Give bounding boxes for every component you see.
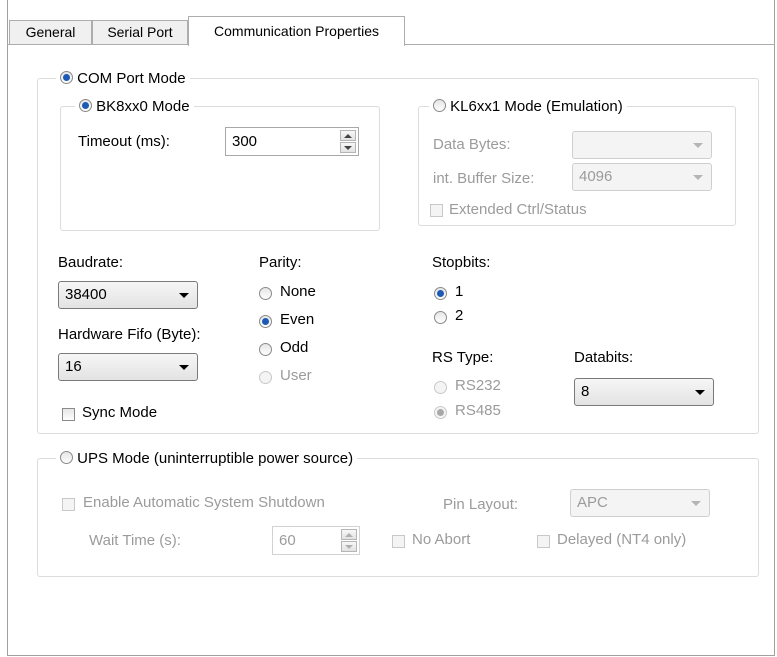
no-abort-label: No Abort: [412, 531, 471, 548]
rs-type-label: RS Type:: [432, 349, 494, 366]
stopbits-1-label: 1: [455, 283, 464, 300]
ups-mode-label: UPS Mode (uninterruptible power source): [77, 450, 354, 467]
kl-mode-radio[interactable]: [433, 99, 446, 112]
databits-select[interactable]: 8: [574, 378, 714, 406]
sync-mode-checkbox[interactable]: [62, 408, 75, 421]
buffer-size-label: int. Buffer Size:: [433, 170, 535, 187]
wait-time-value: 60: [279, 532, 296, 549]
com-port-mode-radio[interactable]: [60, 71, 73, 84]
bk-mode-label: BK8xx0 Mode: [96, 98, 190, 115]
buffer-size-value: 4096: [579, 168, 613, 185]
wait-time-spinner[interactable]: 60: [272, 526, 360, 555]
chevron-down-icon: [691, 501, 701, 506]
parity-odd-label: Odd: [280, 339, 309, 356]
chevron-down-icon: [179, 365, 189, 370]
databits-value: 8: [581, 383, 590, 400]
parity-label: Parity:: [259, 254, 302, 271]
pin-layout-value: APC: [577, 494, 608, 511]
chevron-down-icon: [179, 293, 189, 298]
kl-mode-legend: KL6xx1 Mode (Emulation): [429, 98, 627, 115]
spin-up-icon[interactable]: [341, 529, 357, 540]
timeout-value: 300: [232, 133, 258, 150]
rs485-label: RS485: [455, 402, 501, 419]
parity-user-label: User: [280, 367, 312, 384]
baudrate-value: 38400: [65, 286, 107, 303]
delayed-label: Delayed (NT4 only): [557, 531, 687, 548]
data-bytes-label: Data Bytes:: [433, 136, 511, 153]
bk-mode-radio[interactable]: [79, 99, 92, 112]
com-port-mode-legend: COM Port Mode: [56, 70, 190, 87]
bk-mode-group: [60, 106, 380, 231]
spin-up-icon[interactable]: [340, 130, 356, 141]
no-abort-checkbox[interactable]: [392, 535, 405, 548]
rs232-radio[interactable]: [434, 381, 447, 394]
databits-label: Databits:: [574, 349, 634, 366]
parity-even-label: Even: [280, 311, 315, 328]
ups-mode-group: [37, 458, 759, 577]
parity-user-radio[interactable]: [259, 371, 272, 384]
stopbits-1-radio[interactable]: [434, 287, 447, 300]
pin-layout-label: Pin Layout:: [443, 496, 519, 513]
shutdown-label: Enable Automatic System Shutdown: [83, 494, 325, 511]
bk-mode-legend: BK8xx0 Mode: [75, 98, 194, 115]
rs485-radio[interactable]: [434, 406, 447, 419]
pin-layout-select[interactable]: APC: [570, 489, 710, 517]
extended-ctrl-checkbox[interactable]: [430, 204, 443, 217]
baudrate-select[interactable]: 38400: [58, 281, 198, 309]
baudrate-label: Baudrate:: [58, 254, 124, 271]
tab-panel: COM Port Mode BK8xx0 Mode Timeout (ms): …: [8, 45, 774, 655]
chevron-down-icon: [693, 175, 703, 180]
sync-mode-label: Sync Mode: [82, 404, 158, 421]
stopbits-2-radio[interactable]: [434, 311, 447, 324]
shutdown-checkbox[interactable]: [62, 498, 75, 511]
delayed-checkbox[interactable]: [537, 535, 550, 548]
chevron-down-icon: [693, 143, 703, 148]
ups-mode-radio[interactable]: [60, 451, 73, 464]
fifo-label: Hardware Fifo (Byte):: [58, 326, 201, 343]
kl-mode-label: KL6xx1 Mode (Emulation): [450, 98, 623, 115]
timeout-label: Timeout (ms):: [78, 133, 170, 150]
spin-down-icon[interactable]: [341, 541, 357, 552]
chevron-down-icon: [695, 390, 705, 395]
parity-even-radio[interactable]: [259, 315, 272, 328]
timeout-spinner[interactable]: 300: [225, 127, 359, 156]
parity-none-label: None: [280, 283, 316, 300]
rs232-label: RS232: [455, 377, 501, 394]
wait-time-label: Wait Time (s):: [89, 532, 181, 549]
fifo-value: 16: [65, 358, 82, 375]
extended-ctrl-label: Extended Ctrl/Status: [449, 201, 587, 218]
stopbits-label: Stopbits:: [432, 254, 491, 271]
stopbits-2-label: 2: [455, 307, 464, 324]
tab-serial-port[interactable]: Serial Port: [92, 20, 188, 44]
com-port-mode-label: COM Port Mode: [77, 70, 186, 87]
data-bytes-select[interactable]: [572, 131, 712, 159]
spin-down-icon[interactable]: [340, 142, 356, 153]
ups-mode-legend: UPS Mode (uninterruptible power source): [56, 450, 358, 467]
fifo-select[interactable]: 16: [58, 353, 198, 381]
parity-odd-radio[interactable]: [259, 343, 272, 356]
tab-general[interactable]: General: [9, 20, 92, 44]
tab-communication-properties[interactable]: Communication Properties: [188, 16, 405, 46]
buffer-size-select[interactable]: 4096: [572, 163, 712, 191]
parity-none-radio[interactable]: [259, 287, 272, 300]
